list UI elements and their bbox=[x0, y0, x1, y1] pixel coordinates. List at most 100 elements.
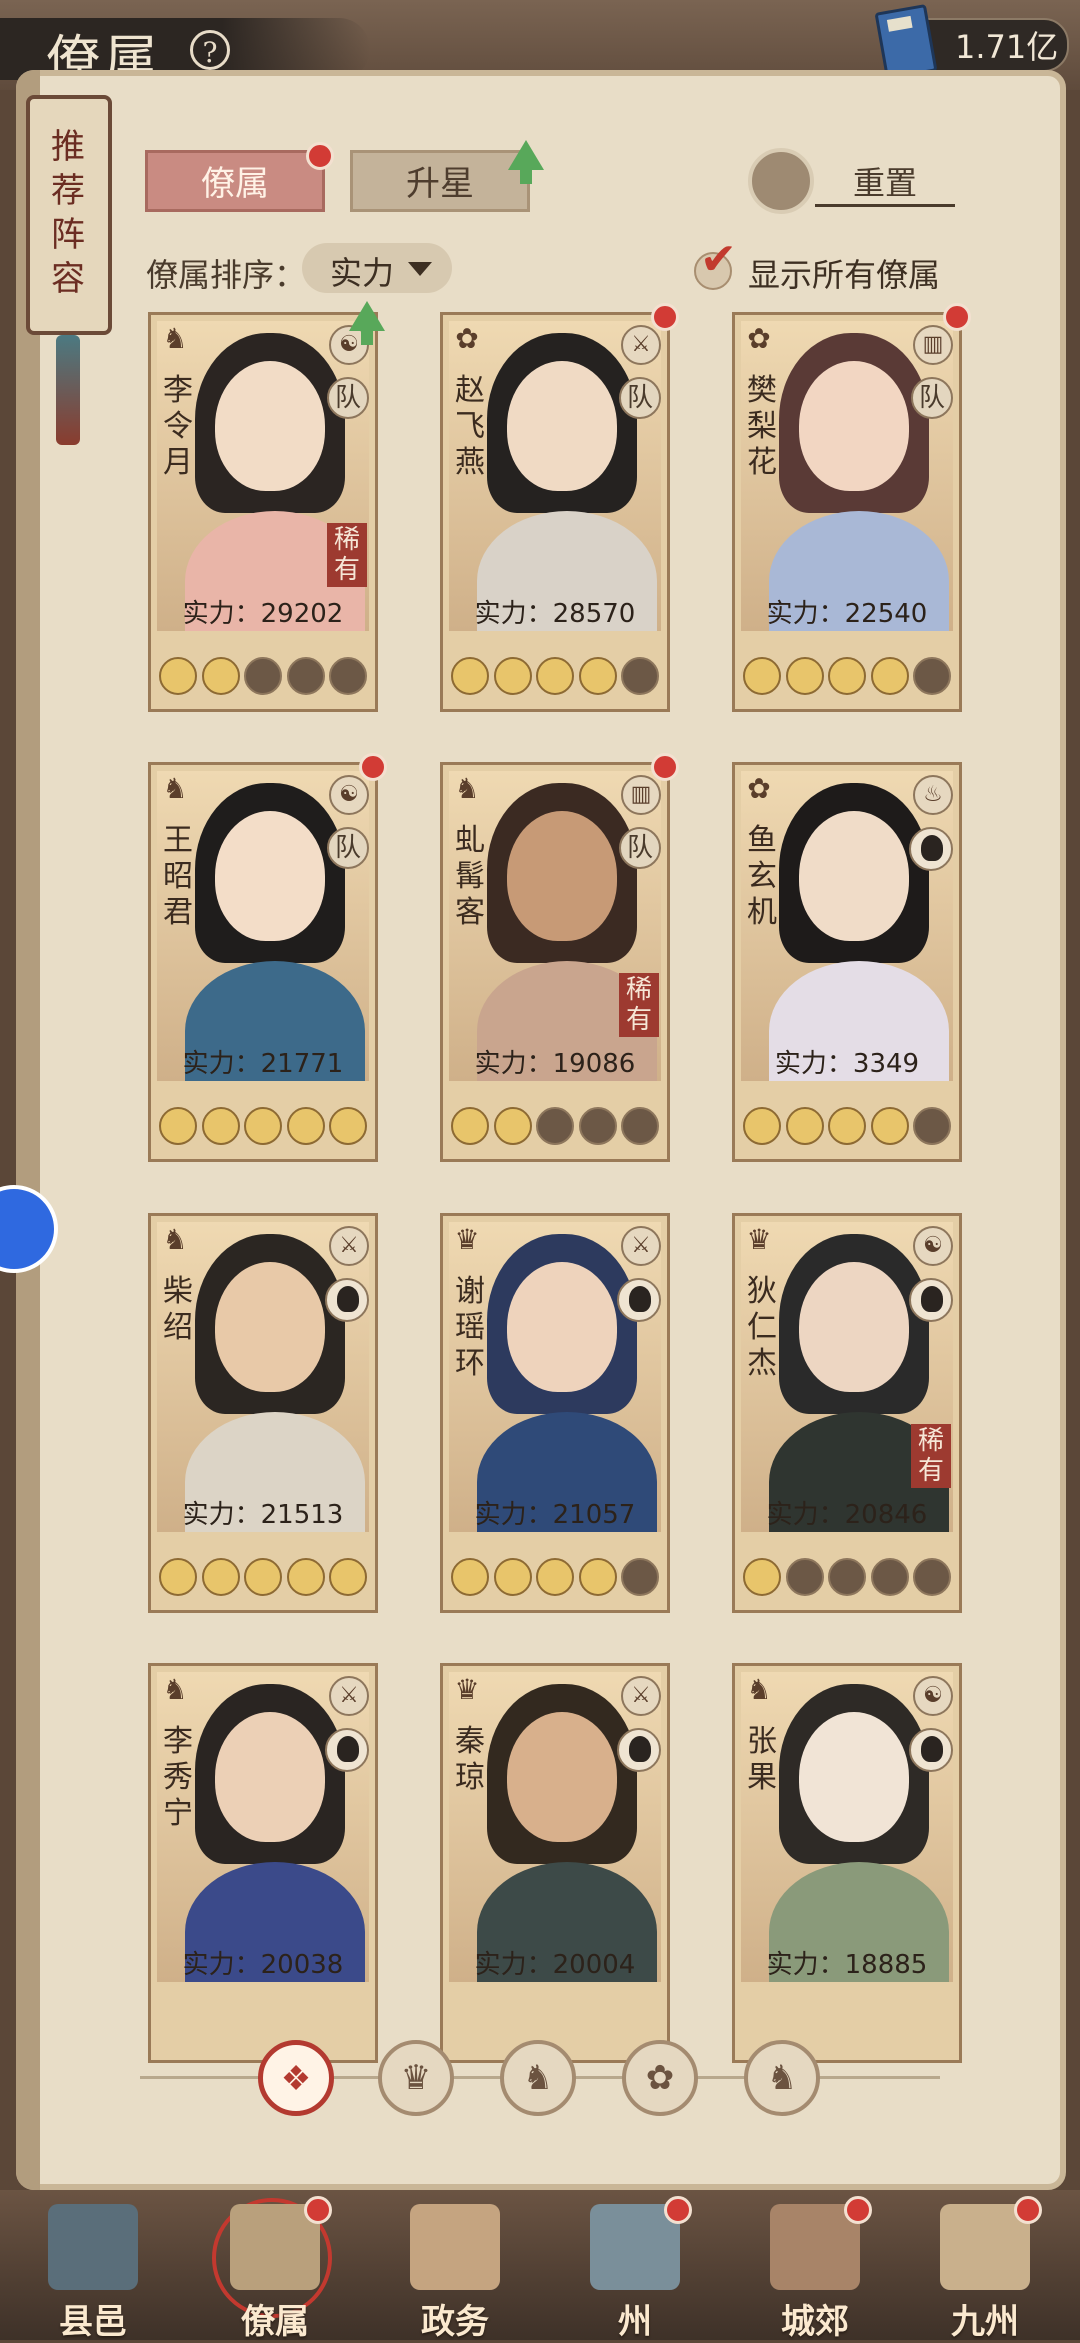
reset-icon[interactable] bbox=[748, 148, 814, 214]
character-card[interactable]: ♞ ▥ 虬髯客 队稀有 实力：19086 bbox=[440, 753, 679, 1162]
fan-icon[interactable]: ✿ bbox=[622, 2040, 698, 2116]
team-badge: 队 bbox=[619, 377, 661, 419]
character-name: 赵飞燕 bbox=[455, 373, 485, 480]
cat-icon: ♛ bbox=[746, 1223, 772, 1256]
character-name: 李令月 bbox=[163, 373, 193, 480]
notification-dot bbox=[359, 753, 387, 781]
nav-item[interactable]: 州 bbox=[560, 2196, 710, 2342]
notification-dot bbox=[304, 2196, 332, 2224]
mouse-icon: ♞ bbox=[162, 322, 188, 355]
moon-empty-icon bbox=[870, 1558, 909, 1596]
star-level bbox=[743, 657, 951, 697]
star-level bbox=[451, 1107, 659, 1147]
nav-item[interactable]: 城郊 bbox=[740, 2196, 890, 2342]
moon-filled-icon bbox=[451, 657, 489, 695]
character-name: 虬髯客 bbox=[455, 823, 485, 930]
yinyang-icon: ☯ bbox=[913, 1226, 953, 1266]
character-name: 柴绍 bbox=[163, 1274, 193, 1345]
power-value: 实力：21513 bbox=[182, 1500, 344, 1530]
tab-liaoshu[interactable]: 僚属 bbox=[145, 150, 325, 212]
moon-empty-icon bbox=[578, 1107, 617, 1145]
upgrade-arrow-icon bbox=[508, 140, 544, 184]
resource-value: 1.71亿 bbox=[955, 28, 1059, 66]
team-badge: 队 bbox=[327, 377, 369, 419]
character-card[interactable]: ✿ ♨ 鱼玄机 实力：3349 bbox=[732, 762, 962, 1162]
character-portrait bbox=[741, 1672, 953, 1982]
team-badge: 队 bbox=[911, 377, 953, 419]
book-icon: ▥ bbox=[621, 775, 661, 815]
nav-label: 九州 bbox=[951, 2302, 1019, 2342]
moon-empty-icon bbox=[536, 1107, 574, 1145]
character-card[interactable]: ♞ ⚔ 李秀宁 实力：20038 bbox=[148, 1663, 378, 2063]
tassel-decoration bbox=[56, 335, 80, 445]
character-name: 樊梨花 bbox=[747, 373, 777, 480]
character-card[interactable]: ♞ ⚔ 柴绍 实力：21513 bbox=[148, 1213, 378, 1613]
character-card[interactable]: ♞ ☯ 李令月队稀有 实力：29202 bbox=[148, 301, 385, 712]
nav-label: 僚属 bbox=[241, 2302, 309, 2342]
team-badge: 队 bbox=[327, 827, 369, 869]
character-card[interactable]: ♞ ☯ 张果 实力：18885 bbox=[732, 1663, 962, 2063]
nav-item[interactable]: 政务 bbox=[380, 2198, 530, 2342]
mouse-icon[interactable]: ♞ bbox=[744, 2040, 820, 2116]
character-card[interactable]: ♞ ☯ 王昭君 队实力：21771 bbox=[148, 753, 387, 1162]
tab-shengxing[interactable]: 升星 bbox=[350, 150, 530, 212]
book-spine bbox=[16, 70, 40, 2190]
star-level bbox=[743, 1107, 951, 1147]
character-card[interactable]: ♛ ⚔ 秦琼 实力：20004 bbox=[440, 1663, 670, 2063]
moon-empty-icon bbox=[244, 657, 282, 695]
star-level bbox=[159, 1558, 367, 1598]
power-value: 实力：20846 bbox=[766, 1500, 928, 1530]
moon-filled-icon bbox=[244, 1558, 282, 1596]
star-level bbox=[743, 1558, 951, 1598]
moon-filled-icon bbox=[159, 657, 197, 695]
moon-filled-icon bbox=[828, 1107, 866, 1145]
character-name: 鱼玄机 bbox=[747, 823, 777, 930]
character-card[interactable]: ♛ ☯ 狄仁杰 稀有 实力：20846 bbox=[732, 1213, 962, 1613]
reset-button[interactable]: 重置 bbox=[815, 158, 955, 207]
moon-empty-icon bbox=[913, 657, 951, 695]
moon-filled-icon bbox=[536, 1558, 574, 1596]
cat-icon[interactable]: ♛ bbox=[378, 2040, 454, 2116]
show-all-label[interactable]: 显示所有僚属 bbox=[748, 250, 940, 296]
power-value: 实力：29202 bbox=[182, 599, 344, 629]
moon-filled-icon bbox=[451, 1558, 489, 1596]
moon-filled-icon bbox=[159, 1558, 197, 1596]
moon-empty-icon bbox=[621, 1558, 659, 1596]
moon-filled-icon bbox=[785, 1107, 824, 1145]
paired-character-icon bbox=[617, 1278, 661, 1322]
recommend-lineup-label: 推荐阵容 bbox=[51, 127, 85, 299]
moon-filled-icon bbox=[329, 1558, 367, 1596]
star-level bbox=[159, 657, 367, 697]
moon-filled-icon bbox=[493, 1107, 532, 1145]
moon-empty-icon bbox=[913, 1558, 951, 1596]
power-value: 实力：19086 bbox=[474, 1049, 636, 1079]
notification-dot bbox=[1014, 2196, 1042, 2224]
character-portrait bbox=[449, 1672, 661, 1982]
nav-item[interactable]: 九州 bbox=[910, 2196, 1060, 2342]
notification-dot bbox=[306, 142, 334, 170]
moon-filled-icon bbox=[870, 657, 909, 695]
moon-filled-icon bbox=[536, 657, 574, 695]
character-name: 李秀宁 bbox=[163, 1724, 193, 1831]
mouse-icon: ♞ bbox=[162, 772, 188, 805]
character-card[interactable]: ✿ ▥ 樊梨花 队实力：22540 bbox=[732, 303, 971, 712]
mouse-icon[interactable]: ♞ bbox=[500, 2040, 576, 2116]
sword-icon: ⚔ bbox=[329, 1226, 369, 1266]
mouse-icon: ♞ bbox=[162, 1673, 188, 1706]
help-icon[interactable]: ? bbox=[190, 30, 230, 70]
moon-filled-icon bbox=[493, 657, 532, 695]
mouse-icon: ♞ bbox=[746, 1673, 772, 1706]
moon-filled-icon bbox=[201, 1107, 240, 1145]
character-card[interactable]: ♛ ⚔ 谢瑶环 实力：21057 bbox=[440, 1213, 670, 1613]
paired-character-icon bbox=[909, 827, 953, 871]
diamond-grid-icon[interactable]: ❖ bbox=[258, 2040, 334, 2116]
moon-empty-icon bbox=[329, 657, 367, 695]
power-value: 实力：3349 bbox=[774, 1049, 920, 1079]
nav-label: 城郊 bbox=[781, 2302, 849, 2342]
chevron-down-icon bbox=[408, 262, 432, 276]
nav-item[interactable]: 县邑 bbox=[18, 2198, 168, 2342]
character-card[interactable]: ✿ ⚔ 赵飞燕 队实力：28570 bbox=[440, 303, 679, 712]
nav-item[interactable]: 僚属 bbox=[200, 2196, 350, 2342]
star-level bbox=[451, 657, 659, 697]
power-value: 实力：18885 bbox=[766, 1950, 928, 1980]
